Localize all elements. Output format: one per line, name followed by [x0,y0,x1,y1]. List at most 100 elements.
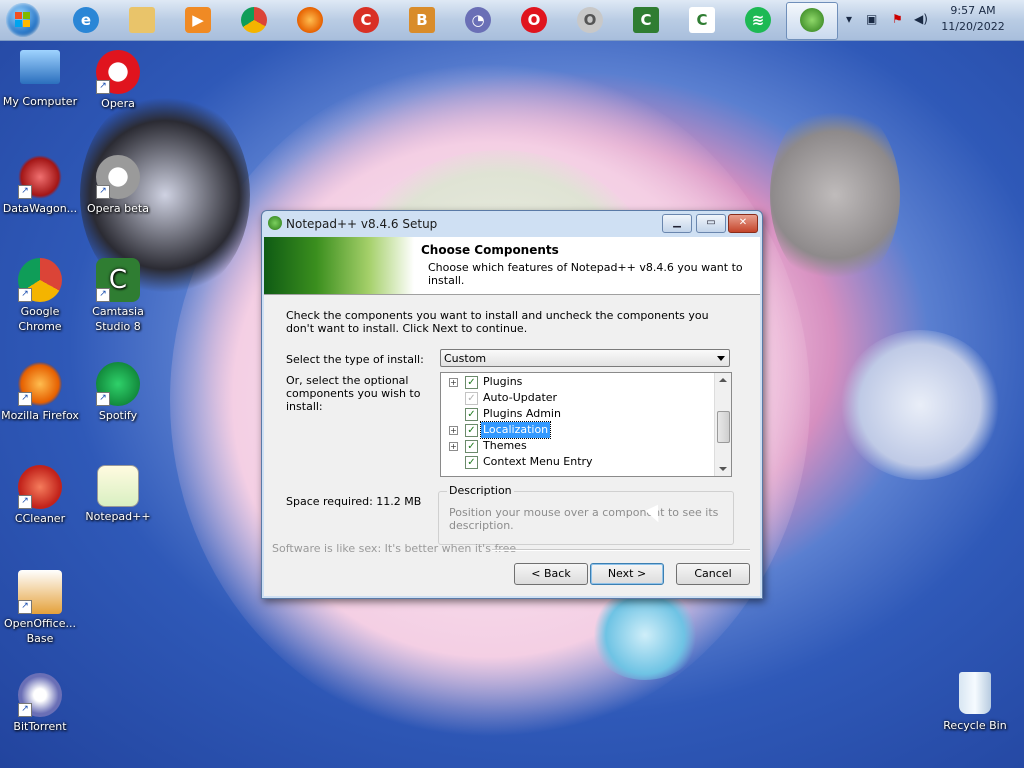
opera-icon[interactable]: O [518,4,550,36]
network-icon[interactable]: ▣ [866,12,877,26]
close-button[interactable]: ✕ [728,214,758,233]
desktop-icon-label: Camtasia Studio 8 [92,305,144,333]
bittorrent-icon[interactable]: ◔ [462,4,494,36]
checkbox-localization[interactable]: ✓ [465,424,478,437]
camtasia-icon[interactable]: C [630,4,662,36]
next-button[interactable]: Next > [590,563,664,585]
start-button[interactable] [6,3,40,37]
setup-dialog: Notepad++ v8.4.6 Setup ▁ ▭ ✕ Choose Comp… [261,210,763,599]
show-hidden-icons-arrow[interactable]: ▾ [846,12,852,26]
action-center-icon[interactable]: ⚑ [892,12,903,26]
opera-beta-icon: ↗ [96,155,140,199]
chevron-down-icon [717,356,725,361]
tree-item-auto-updater[interactable]: ✓ Auto-Updater [441,390,715,406]
ccleaner-icon[interactable]: C [350,4,382,36]
checkbox-themes[interactable]: ✓ [465,440,478,453]
windows-logo-icon [15,12,31,28]
desktop-icon-label: Recycle Bin [943,719,1007,732]
notepad-plus-plus-installer-icon [97,465,139,507]
desktop-icon-label: OpenOffice... Base [4,617,76,645]
desktop-icon-label: CCleaner [14,512,66,525]
intro-text: Check the components you want to install… [286,309,709,335]
opera-icon: ↗ [96,50,140,94]
expand-icon[interactable]: + [449,426,458,435]
tree-item-label: Plugins [483,375,523,388]
description-text: Position your mouse over a component to … [449,506,719,532]
desktop-icon-ccleaner[interactable]: ↗ CCleaner [0,465,80,526]
openoffice-base-icon: ↗ [18,570,62,614]
desktop-icon-opera[interactable]: ↗ Opera [78,50,158,111]
camtasia-recorder-icon[interactable]: C [686,4,718,36]
tree-item-label: Plugins Admin [483,407,561,420]
desktop-icon-label: Spotify [98,409,138,422]
openoffice-base-icon[interactable]: B [406,4,438,36]
desktop-icon-bittorrent[interactable]: ↗ BitTorrent [0,673,80,734]
checkbox-plugins-admin[interactable]: ✓ [465,408,478,421]
wallpaper-cat-character [590,590,700,680]
chrome-icon[interactable] [238,4,270,36]
install-type-select[interactable]: Custom [440,349,730,367]
chameleon-icon [800,8,824,32]
wallpaper-mouse-character [770,100,900,290]
tree-item-plugins-admin[interactable]: ✓ Plugins Admin [441,406,715,422]
tree-item-themes[interactable]: + ✓ Themes [441,438,715,454]
tree-item-context-menu-entry[interactable]: ✓ Context Menu Entry [441,454,715,470]
desktop-icon-mozilla-firefox[interactable]: ↗ Mozilla Firefox [0,362,80,423]
install-type-value: Custom [444,352,487,365]
desktop-icon-label: Opera beta [87,202,149,215]
notepad-plus-plus-setup-taskbar-button[interactable] [786,2,838,40]
dialog-title: Notepad++ v8.4.6 Setup [286,217,438,231]
opera-beta-icon[interactable]: O [574,4,606,36]
clock-date: 11/20/2022 [941,20,1005,33]
desktop-icon-my-computer[interactable]: My Computer [0,50,80,109]
description-box: Description Position your mouse over a c… [438,484,734,545]
internet-explorer-icon[interactable]: e [70,4,102,36]
description-legend: Description [447,484,514,497]
cancel-button[interactable]: Cancel [676,563,750,585]
desktop-icon-recycle-bin[interactable]: Recycle Bin [935,672,1015,733]
desktop-icon-opera-beta[interactable]: ↗ Opera beta [78,155,158,216]
dialog-client: Choose Components Choose which features … [264,237,760,596]
desktop-icon-datawagon[interactable]: ↗ DataWagon... [0,155,80,216]
desktop-icon-openoffice-base[interactable]: ↗ OpenOffice... Base [0,570,80,646]
minimize-button[interactable]: ▁ [662,214,692,233]
desktop-icon-label: Mozilla Firefox [1,409,79,422]
firefox-icon[interactable] [294,4,326,36]
branding-text: Software is like sex: It's better when i… [272,542,517,555]
tree-item-label: Auto-Updater [483,391,558,404]
tree-item-plugins[interactable]: + ✓ Plugins [441,374,715,390]
desktop-icon-label: DataWagon... [2,202,78,215]
tree-item-label: Themes [483,439,527,452]
desktop-icon-label: My Computer [2,95,78,108]
desktop-icon-label: Opera [101,97,135,110]
desktop-icon-notepad-plus-plus[interactable]: Notepad++ [78,465,158,524]
spotify-icon[interactable]: ≋ [742,4,774,36]
scrollbar-thumb[interactable] [717,411,730,443]
expand-icon[interactable]: + [449,378,458,387]
desktop-icon-camtasia[interactable]: C ↗ Camtasia Studio 8 [78,258,158,334]
desktop-icon-spotify[interactable]: ↗ Spotify [78,362,158,423]
dialog-titlebar[interactable]: Notepad++ v8.4.6 Setup ▁ ▭ ✕ [262,211,762,237]
back-button[interactable]: < Back [514,563,588,585]
media-player-icon[interactable]: ▶ [182,4,214,36]
tree-scrollbar[interactable] [714,373,731,476]
expand-icon[interactable]: + [449,442,458,451]
volume-icon[interactable]: ◀) [914,12,928,26]
header-banner-edge [414,237,420,294]
branding-divider [492,549,750,551]
header-banner-image [264,237,414,294]
scroll-down-arrow-icon[interactable] [719,467,727,471]
components-tree[interactable]: + ✓ Plugins ✓ Auto-Updater ✓ Plugins Adm… [440,372,732,477]
computer-icon [20,50,60,84]
tree-item-localization[interactable]: + ✓ Localization [441,421,715,439]
file-explorer-icon[interactable] [126,4,158,36]
header-title: Choose Components [421,243,559,257]
system-clock[interactable]: 9:57 AM 11/20/2022 [940,3,1006,35]
checkbox-context-menu-entry[interactable]: ✓ [465,456,478,469]
space-required-text: Space required: 11.2 MB [286,495,422,508]
scroll-up-arrow-icon[interactable] [719,378,727,382]
checkbox-plugins[interactable]: ✓ [465,376,478,389]
desktop-icon-label: Notepad++ [85,510,151,523]
maximize-button[interactable]: ▭ [696,214,726,233]
desktop-icon-google-chrome[interactable]: ↗ Google Chrome [0,258,80,334]
